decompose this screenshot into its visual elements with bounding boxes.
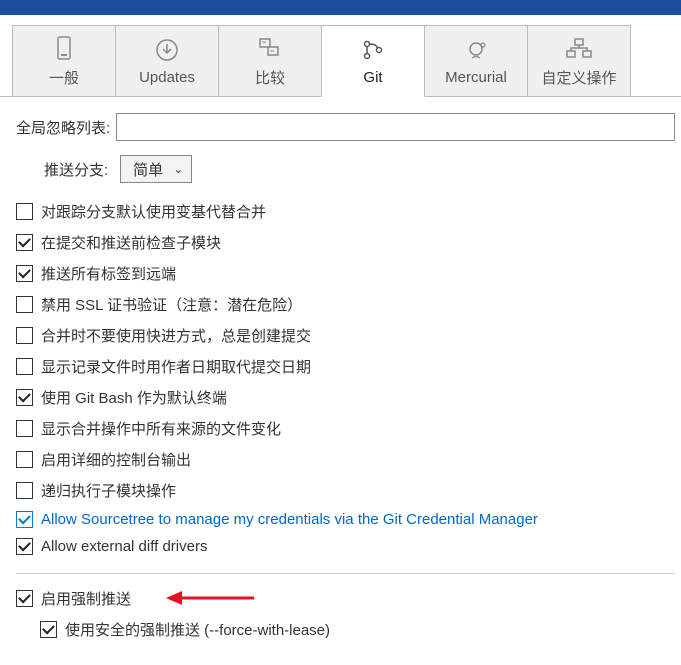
check-item-2[interactable]: 推送所有标签到远端 [16, 263, 675, 284]
checkbox-icon [16, 234, 33, 251]
tab-general[interactable]: 一般 [12, 25, 116, 96]
tab-mercurial[interactable]: Mercurial [424, 25, 528, 96]
check-label: 在提交和推送前检查子模块 [41, 232, 221, 253]
checkbox-icon [16, 327, 33, 344]
check-label: 递归执行子模块操作 [41, 480, 176, 501]
check-item-8[interactable]: 启用详细的控制台输出 [16, 449, 675, 470]
checkbox-icon [16, 420, 33, 437]
tab-bar: 一般 Updates 比较 Git Mercurial 自定义操作 [0, 15, 681, 97]
check-item-3[interactable]: 禁用 SSL 证书验证（注意：潜在危险） [16, 294, 675, 315]
device-icon [55, 35, 73, 61]
check-label: 使用安全的强制推送 (--force-with-lease) [65, 619, 330, 640]
checkbox-icon [16, 265, 33, 282]
compare-icon [258, 35, 282, 61]
force-push-group: 启用强制推送 使用安全的强制推送 (--force-with-lease) [16, 588, 675, 640]
check-label: 显示记录文件时用作者日期取代提交日期 [41, 356, 311, 377]
checkbox-icon [16, 389, 33, 406]
checkbox-icon [40, 621, 57, 638]
check-label: Allow Sourcetree to manage my credential… [41, 511, 538, 528]
checkbox-icon [16, 451, 33, 468]
check-label: 启用详细的控制台输出 [41, 449, 191, 470]
settings-content: 全局忽略列表: 推送分支: 简单 ⌄ 对跟踪分支默认使用变基代替合并在提交和推送… [0, 97, 681, 646]
check-item-9[interactable]: 递归执行子模块操作 [16, 480, 675, 501]
check-label: 显示合并操作中所有来源的文件变化 [41, 418, 281, 439]
check-enable-force-push[interactable]: 启用强制推送 [16, 588, 675, 609]
separator [16, 573, 675, 574]
git-options-list: 对跟踪分支默认使用变基代替合并在提交和推送前检查子模块推送所有标签到远端禁用 S… [16, 201, 675, 555]
check-label: 合并时不要使用快进方式，总是创建提交 [41, 325, 311, 346]
check-safe-force-push[interactable]: 使用安全的强制推送 (--force-with-lease) [16, 619, 675, 640]
check-item-7[interactable]: 显示合并操作中所有来源的文件变化 [16, 418, 675, 439]
checkbox-icon [16, 590, 33, 607]
tab-compare[interactable]: 比较 [218, 25, 322, 96]
tab-label: 自定义操作 [541, 67, 616, 88]
check-label: 禁用 SSL 证书验证（注意：潜在危险） [41, 294, 302, 315]
tab-label: 比较 [255, 67, 285, 88]
tab-custom-actions[interactable]: 自定义操作 [527, 25, 631, 96]
check-item-1[interactable]: 在提交和推送前检查子模块 [16, 232, 675, 253]
tab-label: Mercurial [445, 69, 507, 86]
check-item-6[interactable]: 使用 Git Bash 作为默认终端 [16, 387, 675, 408]
mercurial-icon [464, 37, 488, 63]
check-item-0[interactable]: 对跟踪分支默认使用变基代替合并 [16, 201, 675, 222]
tab-git[interactable]: Git [321, 25, 425, 97]
check-item-10[interactable]: Allow Sourcetree to manage my credential… [16, 511, 675, 528]
dropdown-value: 简单 [133, 159, 163, 180]
git-icon [361, 37, 385, 63]
tab-label: Git [363, 69, 382, 86]
check-label: 对跟踪分支默认使用变基代替合并 [41, 201, 266, 222]
tab-label: 一般 [49, 67, 79, 88]
check-label: 使用 Git Bash 作为默认终端 [41, 387, 227, 408]
tab-updates[interactable]: Updates [115, 25, 219, 96]
check-label: 推送所有标签到远端 [41, 263, 176, 284]
checkbox-icon [16, 358, 33, 375]
check-label: Allow external diff drivers [41, 538, 207, 555]
checkbox-icon [16, 296, 33, 313]
global-ignore-input[interactable] [116, 113, 675, 141]
check-item-11[interactable]: Allow external diff drivers [16, 538, 675, 555]
global-ignore-label: 全局忽略列表: [16, 117, 110, 138]
push-branch-row: 推送分支: 简单 ⌄ [16, 155, 675, 183]
push-branch-dropdown[interactable]: 简单 ⌄ [120, 155, 192, 183]
window-titlebar [0, 0, 681, 15]
check-label: 启用强制推送 [41, 588, 131, 609]
tab-label: Updates [139, 69, 195, 86]
customize-icon [565, 35, 593, 61]
checkbox-icon [16, 203, 33, 220]
check-item-5[interactable]: 显示记录文件时用作者日期取代提交日期 [16, 356, 675, 377]
checkbox-icon [16, 538, 33, 555]
global-ignore-row: 全局忽略列表: [16, 113, 675, 141]
checkbox-icon [16, 482, 33, 499]
check-item-4[interactable]: 合并时不要使用快进方式，总是创建提交 [16, 325, 675, 346]
chevron-down-icon: ⌄ [173, 162, 183, 176]
checkbox-icon [16, 511, 33, 528]
push-branch-label: 推送分支: [44, 159, 108, 180]
download-icon [155, 37, 179, 63]
